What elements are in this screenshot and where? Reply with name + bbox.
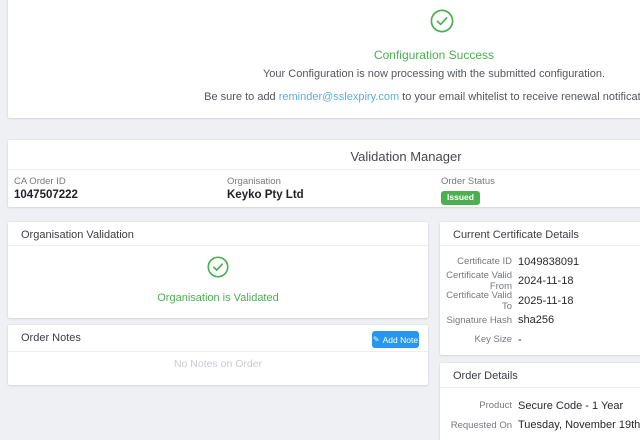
certificate-details-panel: Current Certificate Details Certificate … <box>440 222 640 355</box>
detail-rows: Product Secure Code - 1 Year Requested O… <box>440 396 640 435</box>
detail-value: Secure Code - 1 Year <box>518 400 623 412</box>
detail-value: Tuesday, November 19th 2024 <box>518 419 640 431</box>
divider <box>8 245 428 246</box>
field-label: Order Status <box>441 176 495 187</box>
detail-label: Product <box>440 400 512 411</box>
panel-title: Order Notes <box>21 332 81 344</box>
order-notes-panel: Order Notes ✎ Add Note No Notes on Order <box>8 325 428 385</box>
detail-row-product: Product Secure Code - 1 Year <box>440 396 640 416</box>
reminder-email-link[interactable]: reminder@sslexpiry.com <box>279 91 399 103</box>
banner-title: Configuration Success <box>8 48 640 62</box>
panel-title: Current Certificate Details <box>453 229 579 241</box>
panel-title: Order Details <box>453 370 518 382</box>
divider <box>8 169 640 170</box>
empty-notes-text: No Notes on Order <box>8 358 428 370</box>
field-ca-order-id: CA Order ID 1047507222 <box>14 176 78 202</box>
panel-title: Organisation Validation <box>21 229 134 241</box>
configuration-success-panel: Configuration Success Your Configuration… <box>8 0 640 118</box>
detail-row-valid-from: Certificate Valid From 2024-11-18 <box>440 272 640 292</box>
detail-row-certificate-id: Certificate ID 1049838091 <box>440 252 640 272</box>
field-value: Keyko Pty Ltd <box>227 189 304 202</box>
add-note-label: Add Note <box>383 335 418 345</box>
field-order-status: Order Status Issued <box>441 176 495 205</box>
divider <box>8 351 428 352</box>
banner-message: Your Configuration is now processing wit… <box>8 68 640 80</box>
panel-header: Order Details <box>440 363 640 386</box>
detail-rows: Certificate ID 1049838091 Certificate Va… <box>440 252 640 350</box>
detail-value: 2025-11-18 <box>518 295 573 307</box>
field-value: 1047507222 <box>14 189 78 202</box>
page: Configuration Success Your Configuration… <box>0 0 640 440</box>
field-label: Organisation <box>227 176 304 187</box>
page-title: Validation Manager <box>8 149 640 164</box>
status-badge: Issued <box>441 191 480 205</box>
validation-manager-panel: Validation Manager CA Order ID 104750722… <box>8 140 640 207</box>
banner-whitelist-note: Be sure to add reminder@sslexpiry.com to… <box>8 91 640 103</box>
add-note-button[interactable]: ✎ Add Note <box>372 331 419 348</box>
detail-label: Certificate ID <box>440 256 512 267</box>
detail-row-signature-hash: Signature Hash sha256 <box>440 311 640 331</box>
success-check-icon <box>430 9 454 33</box>
detail-row-requested-on: Requested On Tuesday, November 19th 2024 <box>440 416 640 436</box>
detail-value: 1049838091 <box>518 256 579 268</box>
field-organisation: Organisation Keyko Pty Ltd <box>227 176 304 202</box>
panel-header: Organisation Validation <box>8 222 428 245</box>
detail-value: sha256 <box>518 314 554 326</box>
organisation-validation-panel: Organisation Validation Organisation is … <box>8 222 428 318</box>
pencil-icon: ✎ <box>373 336 380 344</box>
detail-value: - <box>518 334 522 346</box>
panel-header: Order Notes <box>8 325 428 348</box>
detail-label: Certificate Valid To <box>440 290 512 312</box>
detail-label: Key Size <box>440 334 512 345</box>
validation-status-text: Organisation is Validated <box>8 292 428 304</box>
detail-value: 2024-11-18 <box>518 275 573 287</box>
detail-label: Requested On <box>440 420 512 431</box>
order-details-panel: Order Details Product Secure Code - 1 Ye… <box>440 363 640 440</box>
detail-row-valid-to: Certificate Valid To 2025-11-18 <box>440 291 640 311</box>
divider <box>440 245 640 246</box>
detail-row-key-size: Key Size - <box>440 330 640 350</box>
detail-label: Signature Hash <box>440 315 512 326</box>
panel-header: Current Certificate Details <box>440 222 640 245</box>
field-label: CA Order ID <box>14 176 78 187</box>
divider <box>440 387 640 388</box>
whitelist-prefix: Be sure to add <box>204 91 279 103</box>
whitelist-suffix: to your email whitelist to receive renew… <box>399 91 640 103</box>
validated-check-icon <box>207 256 229 278</box>
